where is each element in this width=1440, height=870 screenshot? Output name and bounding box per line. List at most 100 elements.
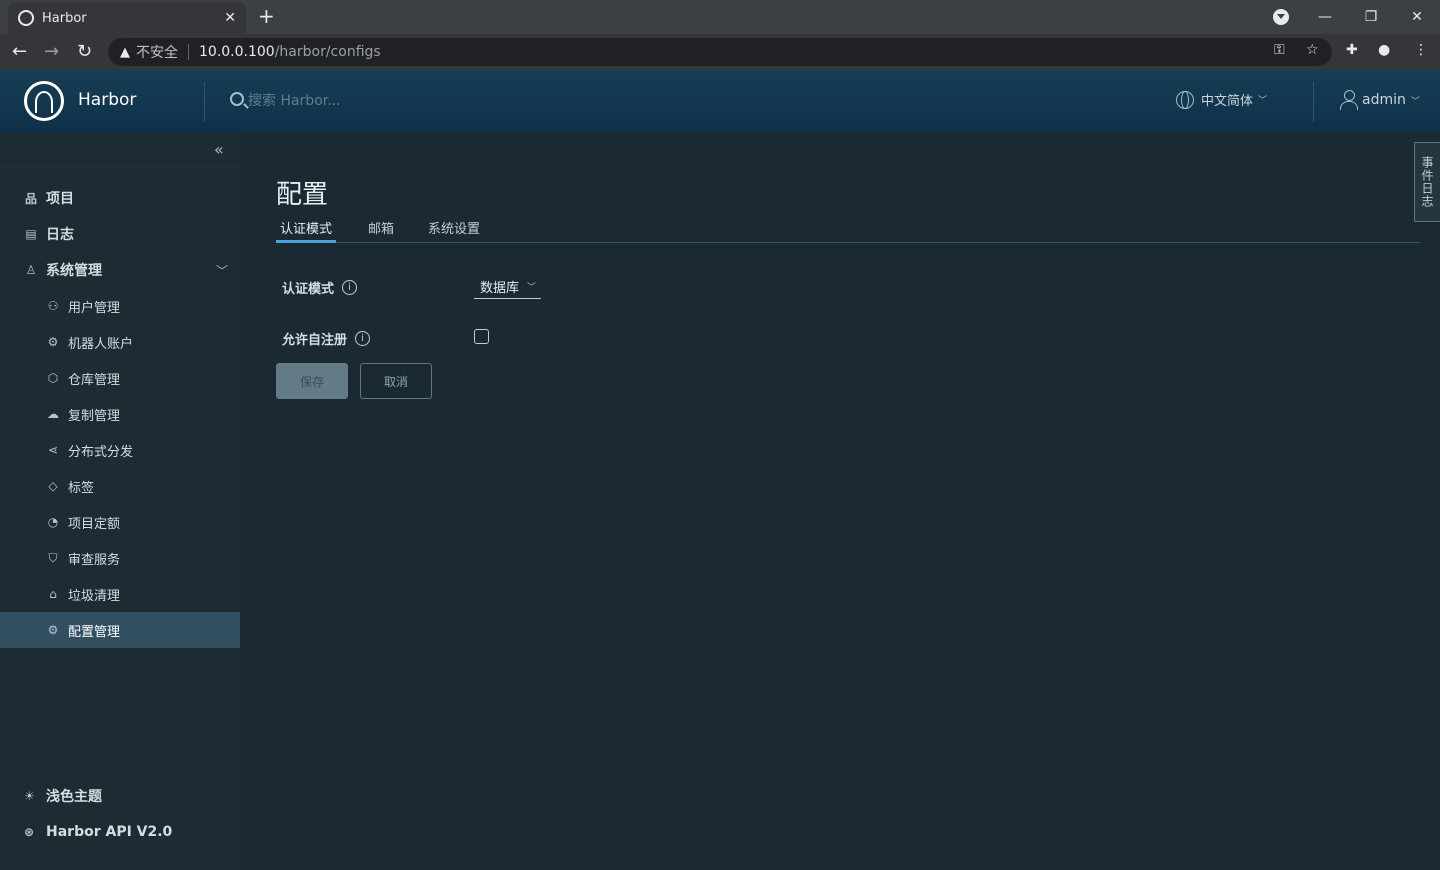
sidebar-item-label: 机器人账户: [68, 336, 134, 352]
main-content: 配置 认证模式 邮箱 系统设置 认证模式 i 数据库 ﹀ 允许自注册 i 保存 …: [240, 132, 1440, 870]
close-tab-icon[interactable]: ✕: [224, 10, 236, 26]
sidebar-item-administration[interactable]: ♙ 系统管理: [24, 252, 102, 288]
tab-search-icon[interactable]: [1273, 9, 1289, 25]
sidebar-item-label: 垃圾清理: [68, 588, 121, 604]
auth-mode-row: 认证模式 i: [282, 278, 358, 297]
sidebar-item-quotas[interactable]: ◔ 项目定额: [46, 504, 120, 540]
robot-icon: ⚙: [47, 335, 59, 349]
sidebar-item-interrogation[interactable]: ⛉ 审查服务: [46, 540, 120, 576]
sun-icon: ☀: [24, 789, 35, 803]
sidebar-divider: [0, 166, 240, 167]
browser-tab-bar: Harbor ✕ + — ❐ ✕: [0, 0, 1440, 34]
tag-icon: ◇: [48, 479, 58, 493]
bookmark-star-icon[interactable]: ☆: [1306, 42, 1319, 58]
user-menu[interactable]: admin ﹀: [1340, 90, 1420, 110]
self-registration-row: 允许自注册 i: [282, 329, 371, 348]
browser-tab-title: Harbor: [42, 10, 87, 26]
app-header: Harbor 中文简体 ﹀ admin ﹀: [0, 70, 1440, 132]
chevron-down-icon[interactable]: ﹀: [216, 262, 228, 279]
trash-icon: ⌂: [49, 587, 57, 601]
auth-mode-label: 认证模式: [282, 282, 335, 297]
brand-name[interactable]: Harbor: [78, 90, 136, 110]
chevron-down-icon: ﹀: [1258, 96, 1268, 106]
reload-icon[interactable]: ↻: [77, 41, 92, 63]
browser-tab[interactable]: Harbor ✕: [8, 2, 246, 34]
sidebar-item-logs[interactable]: ▤ 日志: [24, 216, 74, 252]
config-tabs: 认证模式 邮箱 系统设置: [276, 216, 1420, 243]
save-button[interactable]: 保存: [276, 363, 348, 399]
auth-mode-select[interactable]: 数据库 ﹀: [474, 275, 541, 299]
sidebar-item-gc[interactable]: ⌂ 垃圾清理: [46, 576, 120, 612]
cancel-button[interactable]: 取消: [360, 363, 432, 399]
key-icon[interactable]: ⚿: [1274, 42, 1285, 58]
event-log-panel-toggle[interactable]: 事件日志: [1414, 142, 1440, 222]
sidebar-item-registries[interactable]: ⬡ 仓库管理: [46, 360, 120, 396]
language-selector[interactable]: 中文简体 ﹀: [1176, 90, 1267, 109]
sidebar-item-label: 分布式分发: [68, 444, 134, 460]
quota-icon: ◔: [47, 515, 59, 529]
gear-icon: ⚙: [47, 623, 59, 637]
menu-icon[interactable]: ⋮: [1414, 42, 1428, 58]
api-link[interactable]: ⊛ Harbor API V2.0: [24, 820, 172, 844]
tab-system-settings[interactable]: 系统设置: [428, 218, 480, 243]
sidebar-item-label: 配置管理: [68, 624, 121, 640]
url-path: /harbor/configs: [274, 44, 381, 60]
project-icon: 品: [24, 191, 37, 206]
light-theme-toggle[interactable]: ☀ 浅色主题: [24, 784, 102, 808]
users-icon: ⚇: [47, 299, 59, 313]
extensions-icon[interactable]: ✚: [1346, 42, 1358, 58]
sidebar-item-label: 审查服务: [68, 552, 121, 568]
minimize-icon[interactable]: —: [1308, 0, 1342, 34]
chevron-down-icon: ﹀: [527, 283, 537, 293]
api-label: Harbor API V2.0: [46, 824, 173, 840]
address-separator: [188, 44, 189, 60]
harbor-favicon-icon: [18, 10, 34, 26]
address-bar[interactable]: ▲ 不安全 10.0.0.100/harbor/configs: [108, 38, 1332, 66]
sidebar-item-label: 标签: [68, 480, 95, 496]
auth-mode-value: 数据库: [480, 281, 520, 296]
sidebar-item-distributions[interactable]: ⋖ 分布式分发: [46, 432, 133, 468]
sidebar-item-configuration[interactable]: ⚙ 配置管理: [0, 612, 240, 648]
back-icon[interactable]: ←: [12, 41, 27, 63]
forward-icon[interactable]: →: [44, 41, 59, 63]
header-divider: [204, 82, 205, 122]
info-icon[interactable]: i: [355, 331, 371, 346]
search-icon: [230, 92, 244, 106]
sidebar-item-robot-accounts[interactable]: ⚙ 机器人账户: [46, 324, 133, 360]
self-registration-label: 允许自注册: [282, 333, 348, 348]
share-icon: ⋖: [47, 443, 59, 457]
chevron-down-icon: ﹀: [1410, 96, 1420, 107]
sidebar-item-projects[interactable]: 品 项目: [24, 180, 74, 216]
sidebar-item-labels[interactable]: ◇ 标签: [46, 468, 94, 504]
shield-icon: ⛉: [48, 550, 58, 565]
replication-icon: ☁: [47, 407, 59, 421]
warning-icon[interactable]: ▲: [120, 45, 130, 60]
sidebar-item-label: 仓库管理: [68, 372, 121, 388]
profile-icon[interactable]: ●: [1378, 42, 1390, 58]
info-icon[interactable]: i: [342, 280, 358, 295]
globe-icon: [1176, 90, 1194, 109]
tab-email[interactable]: 邮箱: [368, 218, 394, 243]
sidebar-item-label: 日志: [46, 227, 74, 243]
new-tab-icon[interactable]: +: [258, 6, 275, 26]
light-theme-label: 浅色主题: [46, 789, 102, 805]
sidebar-item-replications[interactable]: ☁ 复制管理: [46, 396, 120, 432]
insecure-label[interactable]: 不安全: [136, 42, 178, 62]
collapse-sidebar-icon[interactable]: «: [214, 140, 224, 159]
tab-auth-mode[interactable]: 认证模式: [276, 218, 337, 243]
admin-icon: ♙: [25, 263, 37, 277]
sidebar-item-label: 项目: [46, 191, 74, 207]
restore-icon[interactable]: ❐: [1354, 0, 1388, 34]
registry-icon: ⬡: [47, 371, 59, 385]
api-icon: ⊛: [24, 825, 35, 839]
user-icon: [1340, 90, 1358, 110]
search-input[interactable]: [248, 90, 548, 112]
self-registration-checkbox[interactable]: [474, 329, 489, 344]
url-host: 10.0.0.100: [199, 44, 275, 60]
sidebar-item-users[interactable]: ⚇ 用户管理: [46, 288, 120, 324]
harbor-logo-icon[interactable]: [24, 81, 64, 121]
header-divider: [1313, 82, 1314, 122]
browser-toolbar: ← → ↻ ▲ 不安全 10.0.0.100/harbor/configs ⚿ …: [0, 34, 1440, 70]
sidebar-item-label: 复制管理: [68, 408, 121, 424]
window-close-icon[interactable]: ✕: [1400, 0, 1434, 34]
